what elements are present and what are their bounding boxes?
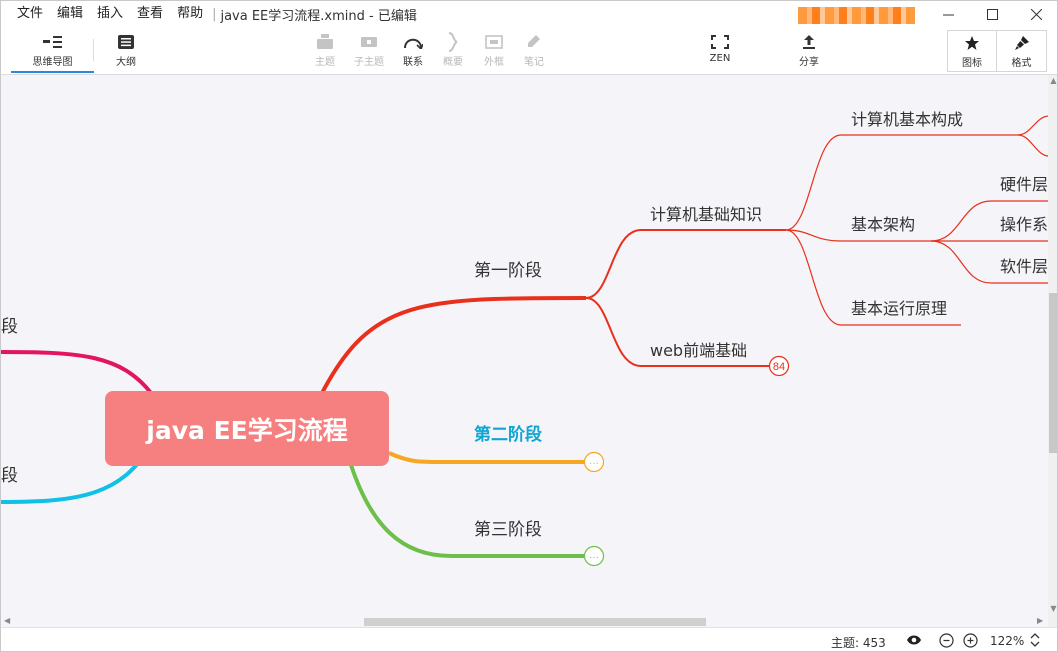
topic-button[interactable]: 主题 — [302, 31, 348, 71]
topic-hardware-layer[interactable]: 硬件层 — [1000, 175, 1048, 195]
zoom-level[interactable]: 122% — [990, 634, 1024, 648]
minimize-button[interactable] — [926, 1, 970, 27]
tab-outline[interactable]: 大纲 — [103, 31, 149, 73]
stage3-connector — [349, 464, 584, 558]
scroll-right-icon[interactable]: ▶ — [1037, 615, 1043, 627]
subtopic-icon — [360, 31, 378, 53]
share-button[interactable]: 分享 — [786, 31, 832, 71]
maximize-icon — [986, 8, 998, 20]
subtopic-button[interactable]: 子主题 — [346, 31, 392, 71]
scroll-up-icon[interactable]: ▲ — [1048, 75, 1057, 87]
central-topic-label: java EE学习流程 — [146, 415, 348, 445]
topic-software-layer[interactable]: 软件层 — [1000, 257, 1048, 277]
menu-insert[interactable]: 插入 — [90, 1, 130, 27]
topic-basic-principle[interactable]: 基本运行原理 — [851, 299, 947, 319]
share-icon — [801, 31, 817, 53]
vertical-scroll-thumb[interactable] — [1049, 293, 1057, 453]
document-title: java EE学习流程.xmind - 已编辑 — [220, 8, 417, 24]
zoom-out-icon[interactable] — [938, 632, 954, 648]
outline-icon — [118, 31, 134, 53]
share-label: 分享 — [799, 57, 819, 68]
topic-computer-basics[interactable]: 计算机基础知识 — [650, 205, 762, 225]
relationship-label: 联系 — [403, 57, 423, 68]
summary-label: 概要 — [443, 57, 463, 68]
zen-label: ZEN — [709, 53, 731, 64]
topic-operating-system[interactable]: 操作系 — [1000, 215, 1048, 235]
horizontal-scrollbar[interactable]: ◀ ▶ — [1, 615, 1048, 627]
mindmap-icon — [42, 31, 63, 53]
topic-basic-architecture[interactable]: 基本架构 — [851, 215, 915, 235]
topic-stage3[interactable]: 第三阶段 — [474, 520, 542, 540]
left-topic-2[interactable]: 段 — [1, 466, 18, 486]
zoom-stepper-icon[interactable] — [1027, 632, 1043, 648]
toolbar: 思维导图 大纲 主题 子主题 联系 概要 外框 笔记 ZEN 分享 图标 格式 — [1, 27, 1057, 75]
vertical-scrollbar[interactable]: ▲ ▼ — [1048, 75, 1057, 627]
tab-outline-label: 大纲 — [116, 57, 136, 68]
topic-stage2[interactable]: 第二阶段 — [474, 425, 542, 445]
menu-edit[interactable]: 编辑 — [50, 1, 90, 27]
left-topic-1[interactable]: 段 — [1, 317, 18, 337]
menu-view[interactable]: 查看 — [130, 1, 170, 27]
topic-stage1[interactable]: 第一阶段 — [474, 261, 542, 281]
web-count-text: 84 — [773, 361, 785, 373]
user-avatar[interactable] — [798, 7, 915, 24]
stage3-collapsed-marker: ··· — [589, 552, 599, 563]
horizontal-scroll-thumb[interactable] — [364, 618, 706, 626]
panel-toggle-group: 图标 格式 — [947, 30, 1047, 72]
zoom-in-icon[interactable] — [962, 632, 978, 648]
icons-panel-button[interactable]: 图标 — [948, 31, 998, 71]
notes-icon — [525, 31, 543, 53]
close-button[interactable] — [1014, 1, 1057, 27]
toolbar-divider — [93, 39, 94, 61]
left-branch-top — [1, 350, 153, 395]
boundary-icon — [485, 31, 503, 53]
tab-mindmap[interactable]: 思维导图 — [11, 31, 94, 73]
scroll-left-icon[interactable]: ◀ — [4, 615, 10, 627]
topic-computer-composition[interactable]: 计算机基本构成 — [851, 110, 963, 130]
central-topic[interactable]: java EE学习流程 — [105, 391, 389, 466]
stage2-connector — [388, 451, 584, 465]
stage2-collapsed-marker: ··· — [589, 458, 599, 469]
brush-icon — [1014, 32, 1030, 54]
icons-panel-label: 图标 — [962, 58, 982, 69]
summary-button[interactable]: 概要 — [430, 31, 476, 71]
status-bar: 主题: 453 122% — [1, 627, 1057, 651]
stage1-connector — [319, 296, 587, 396]
zen-icon — [711, 31, 729, 53]
notes-label: 笔记 — [524, 57, 544, 68]
close-icon — [1030, 8, 1042, 20]
scroll-down-icon[interactable]: ▼ — [1048, 603, 1057, 615]
boundary-label: 外框 — [484, 57, 504, 68]
mindmap-canvas[interactable]: 84 ··· ··· 段 段 java EE学习流程 第一阶段 第二阶段 第三阶… — [1, 75, 1057, 627]
tab-mindmap-label: 思维导图 — [32, 57, 73, 68]
minimize-icon — [942, 14, 954, 15]
format-panel-button[interactable]: 格式 — [997, 31, 1046, 71]
summary-icon — [447, 31, 459, 53]
maximize-button[interactable] — [970, 1, 1014, 27]
mindmap-connections: 84 ··· ··· — [1, 115, 1050, 567]
title-separator: | — [212, 6, 217, 22]
menu-help[interactable]: 帮助 — [170, 1, 210, 27]
app-window: 文件 编辑 插入 查看 帮助 | java EE学习流程.xmind - 已编辑… — [0, 0, 1058, 652]
star-icon — [964, 32, 980, 54]
topic-label: 主题 — [315, 57, 335, 68]
title-bar: 文件 编辑 插入 查看 帮助 | java EE学习流程.xmind - 已编辑 — [1, 1, 1057, 27]
topic-icon — [316, 31, 334, 53]
composition-sub-1 — [1017, 115, 1050, 136]
topic-count: 主题: 453 — [831, 636, 886, 650]
subtopic-label: 子主题 — [354, 57, 384, 68]
composition-sub-2 — [1017, 134, 1050, 157]
menu-file[interactable]: 文件 — [10, 1, 50, 27]
notes-button[interactable]: 笔记 — [511, 31, 557, 71]
basics-connector — [585, 229, 786, 299]
relationship-icon — [403, 31, 423, 53]
topic-web-frontend[interactable]: web前端基础 — [650, 341, 747, 361]
zen-button[interactable]: ZEN — [697, 31, 743, 71]
format-panel-label: 格式 — [1011, 58, 1032, 69]
eye-icon[interactable] — [906, 632, 922, 648]
